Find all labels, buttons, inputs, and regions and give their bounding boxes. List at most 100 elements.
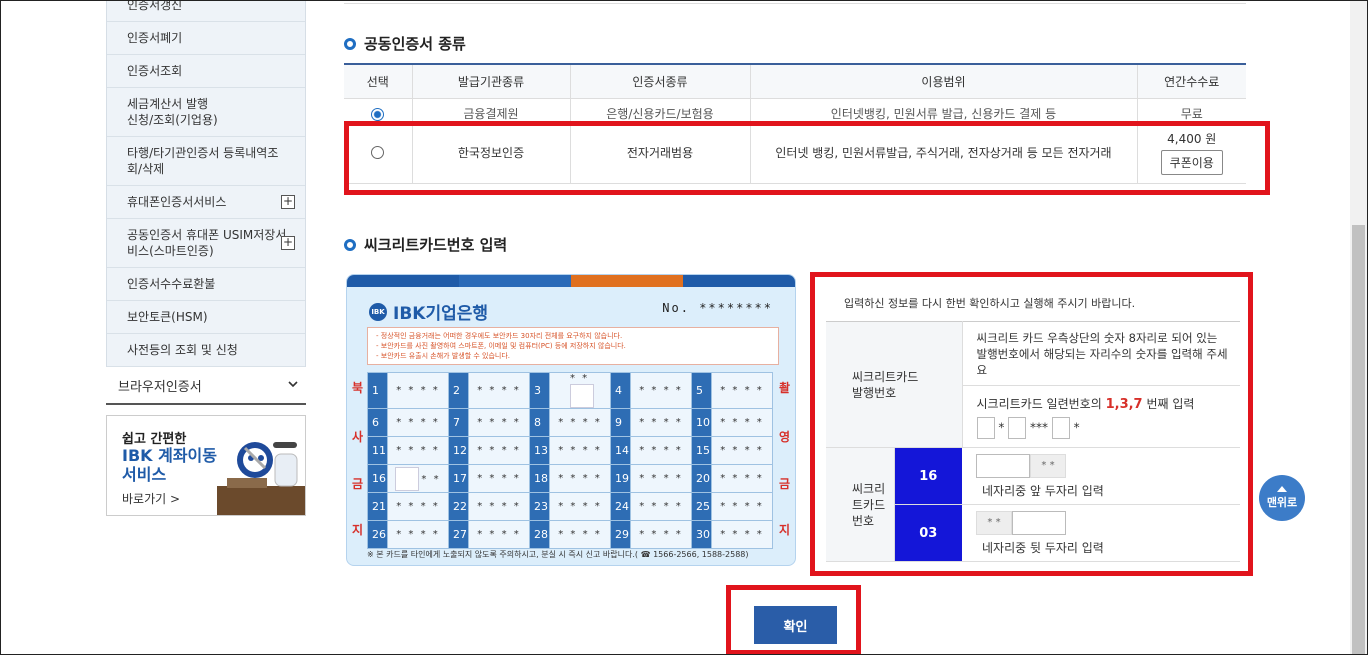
issue-description: 씨크리트 카드 우측상단의 숫자 8자리로 되어 있는 발행번호에서 해당되는 …	[962, 321, 1240, 386]
scrollbar-thumb[interactable]	[1352, 225, 1365, 655]
card-serial-value: ********	[699, 301, 773, 315]
scope-cell: 인터넷 뱅킹, 민원서류발급, 주식거래, 전자상거래 등 모든 전자거래	[749, 121, 1137, 184]
select-cell	[344, 121, 412, 184]
card-cell-number: 1	[367, 372, 388, 409]
sidebar: 인증서갱신인증서폐기인증서조회세금계산서 발행 신청/조회(기업용) 타행/타기관…	[106, 0, 306, 516]
card-cell-value: * * * *	[468, 372, 530, 409]
header-cert-type: 인증서종류	[569, 63, 750, 99]
sidebar-item[interactable]: 공동인증서 휴대폰 USIM저장서 비스(스마트인증) +	[107, 219, 305, 268]
card-left-char: 북	[352, 381, 364, 395]
header-fee: 연간수수료	[1136, 63, 1246, 99]
sidebar-item-label: 보안토큰(HSM)	[127, 310, 208, 324]
card-cell-number: 27	[448, 520, 469, 549]
sidebar-item[interactable]: 타행/타기관인증서 등록내역조 회/삭제	[107, 137, 305, 186]
stripe-segment	[459, 275, 571, 287]
issue-digit-7-input[interactable]	[1051, 416, 1070, 439]
last-two-digits-input[interactable]	[1012, 510, 1066, 535]
sidebar-item[interactable]: 인증서갱신	[107, 0, 305, 22]
card-cell-value: * * * *	[468, 464, 530, 493]
card-cell-number: 7	[448, 408, 469, 437]
radio-yessign[interactable]	[371, 107, 385, 120]
sidebar-item[interactable]: 휴대폰인증서서비스 +	[107, 186, 305, 219]
bank-logo: IBK IBK기업은행	[369, 299, 488, 324]
issue-digit-1-input[interactable]	[976, 416, 995, 439]
card-cell-value: * * * *	[468, 408, 530, 437]
account-move-banner[interactable]: 쉽고 간편한 IBK 계좌이동 서비스 바로가기 >	[106, 415, 306, 516]
sidebar-item[interactable]: 세금계산서 발행 신청/조회(기업용)	[107, 88, 305, 137]
banner-link[interactable]: 바로가기 >	[122, 490, 180, 507]
card-cell-value: * * * *	[387, 372, 449, 409]
divider	[344, 3, 1246, 4]
sidebar-item-label: 인증서갱신	[127, 0, 183, 12]
header-issuer: 발급기관종류	[411, 63, 570, 99]
card-cell-number: 25	[691, 492, 712, 521]
issue-row-1: 씨크리트카드 발행번호 씨크리트 카드 우측상단의 숫자 8자리로 되어 있는 …	[826, 321, 1240, 448]
fee-cell: 4,400 원 쿠폰이용	[1136, 121, 1246, 184]
card-cell-value: * * * *	[387, 408, 449, 437]
card-cell-number: 8	[529, 408, 550, 437]
card-cell-value: * *	[387, 464, 449, 493]
issue-digit-3-input[interactable]	[1008, 416, 1027, 439]
card-cell-value: * * * *	[630, 408, 692, 437]
card-cell-value: * * * *	[630, 372, 692, 409]
card-cell-value: * * * *	[549, 408, 611, 437]
first-inputs: * *	[976, 453, 1240, 478]
confirm-button[interactable]: 확인	[754, 606, 837, 644]
sidebar-item-label: 인증서조회	[127, 64, 183, 78]
sidebar-group-label: 브라우저인증서	[118, 379, 202, 395]
expand-plus-icon[interactable]: +	[281, 236, 295, 250]
card-cell-number: 14	[610, 436, 631, 465]
card-cell-value: * * * *	[630, 492, 692, 521]
first-mask: * *	[1030, 453, 1066, 478]
card-grid-row: 11 * * * * 12 * * * * 13 * * * * 14 * * * * 15 * …	[367, 436, 773, 465]
sidebar-item-label: 세금계산서 발행 신청/조회(기업용)	[127, 97, 218, 127]
expand-plus-icon[interactable]: +	[281, 195, 295, 209]
select-cell	[344, 98, 412, 122]
card-cell-value: * * * *	[549, 492, 611, 521]
card-cell-number: 30	[691, 520, 712, 549]
first-two-digits-input[interactable]	[976, 453, 1030, 478]
second-inputs: * *	[976, 510, 1240, 535]
card-mask: * *	[570, 373, 590, 384]
issue-inputs: * *** *	[976, 416, 1241, 439]
card-right-char: 촬	[779, 381, 791, 395]
sidebar-item[interactable]: 인증서폐기	[107, 22, 305, 55]
sidebar-item[interactable]: 사전등의 조회 및 신청	[107, 334, 305, 367]
card-right-char: 금	[779, 477, 791, 491]
sidebar-item[interactable]: 보안토큰(HSM)	[107, 301, 305, 334]
card-cell-value: * * * *	[630, 436, 692, 465]
hidden-cell	[570, 384, 594, 408]
scroll-to-top-label: 맨위로	[1266, 496, 1298, 509]
card-left-char: 사	[352, 430, 364, 444]
card-cell-number: 17	[448, 464, 469, 493]
card-cell-value: * * * *	[549, 464, 611, 493]
card-cell-number: 4	[610, 372, 631, 409]
card-cell-value: * * * *	[711, 492, 773, 521]
panel-intro: 입력하신 정보를 다시 한번 확인하시고 실행해 주시기 바랍니다.	[844, 297, 1136, 310]
card-number-label: 씨크리트카드 번호	[826, 447, 895, 562]
table-row: 한국정보인증 전자거래범용 인터넷 뱅킹, 민원서류발급, 주식거래, 전자상거…	[344, 121, 1246, 184]
card-cell-value: * * * *	[630, 520, 692, 549]
security-card-image: IBK IBK기업은행 No. ******** - 정상적인 금융거래는 어떠…	[346, 274, 796, 566]
card-left-char: 지	[352, 523, 364, 537]
card-notice: - 정상적인 금융거래는 어떠한 경우에도 보안카드 30자리 전체를 요구하지…	[367, 327, 779, 365]
sidebar-item[interactable]: 인증서수수료환불	[107, 268, 305, 301]
scroll-to-top-button[interactable]: 맨위로	[1259, 475, 1305, 521]
first-input-cell: * * 네자리중 앞 두자리 입력	[962, 447, 1240, 505]
sidebar-item[interactable]: 인증서조회	[107, 55, 305, 88]
coupon-button[interactable]: 쿠폰이용	[1160, 149, 1223, 175]
card-cell-number: 16	[367, 464, 388, 493]
bullet-icon	[344, 37, 356, 50]
bank-name: IBK기업은행	[393, 304, 489, 324]
scope-cell: 인터넷뱅킹, 민원서류 발급, 신용카드 결제 등	[749, 98, 1137, 122]
arrow-up-icon	[1277, 486, 1287, 492]
sidebar-group-browser-cert[interactable]: 브라우저인증서	[106, 367, 306, 405]
card-cell-value: * * * *	[711, 464, 773, 493]
radio-kica[interactable]	[371, 146, 385, 159]
card-cell-value: * * * *	[387, 436, 449, 465]
card-cell-value: * * * *	[711, 436, 773, 465]
fee-amount: 4,400 원	[1167, 131, 1217, 146]
issue-prompt-suffix: 번째 입력	[1146, 396, 1195, 411]
card-cell-number: 23	[529, 492, 550, 521]
fee-cell: 무료	[1136, 98, 1246, 122]
